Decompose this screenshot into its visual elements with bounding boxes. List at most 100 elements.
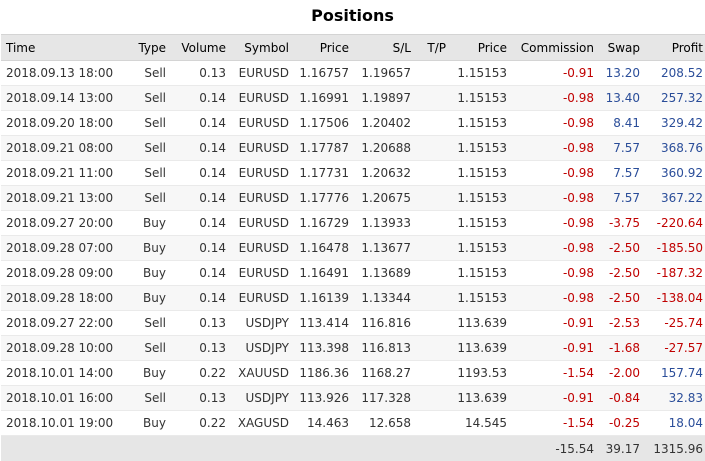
cell-profit: 329.42: [640, 111, 705, 136]
column-header-profit[interactable]: Profit: [640, 35, 705, 61]
cell-stop-loss: 1.20632: [349, 161, 411, 186]
column-header-stop-loss[interactable]: S/L: [349, 35, 411, 61]
cell-type: Sell: [126, 111, 166, 136]
cell-current-price: 1.15153: [446, 136, 507, 161]
total-profit: 1315.96: [640, 436, 705, 461]
column-header-time[interactable]: Time: [1, 35, 126, 61]
cell-take-profit: [411, 111, 446, 136]
column-header-symbol[interactable]: Symbol: [226, 35, 289, 61]
cell-profit: -220.64: [640, 211, 705, 236]
cell-time: 2018.09.20 18:00: [1, 111, 126, 136]
table-row[interactable]: 2018.09.28 07:00Buy0.14EURUSD1.164781.13…: [1, 236, 705, 261]
cell-volume: 0.14: [166, 236, 226, 261]
table-row[interactable]: 2018.09.14 13:00Sell0.14EURUSD1.169911.1…: [1, 86, 705, 111]
cell-current-price: 1.15153: [446, 161, 507, 186]
cell-profit: 208.52: [640, 61, 705, 86]
cell-current-price: 113.639: [446, 336, 507, 361]
cell-stop-loss: 12.658: [349, 411, 411, 436]
table-row[interactable]: 2018.09.28 09:00Buy0.14EURUSD1.164911.13…: [1, 261, 705, 286]
cell-profit: -185.50: [640, 236, 705, 261]
cell-symbol: EURUSD: [226, 86, 289, 111]
column-header-volume[interactable]: Volume: [166, 35, 226, 61]
totals-spacer: [1, 436, 126, 461]
cell-stop-loss: 1.13677: [349, 236, 411, 261]
cell-symbol: EURUSD: [226, 186, 289, 211]
cell-time: 2018.09.28 10:00: [1, 336, 126, 361]
column-header-open-price[interactable]: Price: [289, 35, 349, 61]
table-row[interactable]: 2018.09.28 18:00Buy0.14EURUSD1.161391.13…: [1, 286, 705, 311]
cell-open-price: 14.463: [289, 411, 349, 436]
cell-take-profit: [411, 61, 446, 86]
cell-stop-loss: 1.19657: [349, 61, 411, 86]
cell-type: Buy: [126, 236, 166, 261]
cell-time: 2018.09.28 07:00: [1, 236, 126, 261]
table-row[interactable]: 2018.10.01 16:00Sell0.13USDJPY113.926117…: [1, 386, 705, 411]
cell-stop-loss: 1.13689: [349, 261, 411, 286]
cell-commission: -0.91: [507, 336, 594, 361]
cell-type: Sell: [126, 61, 166, 86]
cell-type: Buy: [126, 411, 166, 436]
cell-commission: -0.98: [507, 211, 594, 236]
cell-current-price: 1.15153: [446, 211, 507, 236]
table-row[interactable]: 2018.09.21 13:00Sell0.14EURUSD1.177761.2…: [1, 186, 705, 211]
total-commission: -15.54: [507, 436, 594, 461]
cell-type: Sell: [126, 336, 166, 361]
cell-swap: -2.50: [594, 286, 640, 311]
table-row[interactable]: 2018.09.13 18:00Sell0.13EURUSD1.167571.1…: [1, 61, 705, 86]
cell-time: 2018.09.14 13:00: [1, 86, 126, 111]
table-row[interactable]: 2018.09.20 18:00Sell0.14EURUSD1.175061.2…: [1, 111, 705, 136]
cell-symbol: USDJPY: [226, 311, 289, 336]
table-row[interactable]: 2018.10.01 19:00Buy0.22XAGUSD14.46312.65…: [1, 411, 705, 436]
cell-swap: 7.57: [594, 161, 640, 186]
cell-commission: -0.91: [507, 311, 594, 336]
column-header-commission[interactable]: Commission: [507, 35, 594, 61]
column-header-take-profit[interactable]: T/P: [411, 35, 446, 61]
table-row[interactable]: 2018.09.21 08:00Sell0.14EURUSD1.177871.2…: [1, 136, 705, 161]
cell-stop-loss: 116.813: [349, 336, 411, 361]
cell-volume: 0.13: [166, 386, 226, 411]
cell-symbol: EURUSD: [226, 136, 289, 161]
column-header-swap[interactable]: Swap: [594, 35, 640, 61]
cell-type: Buy: [126, 261, 166, 286]
cell-commission: -0.98: [507, 186, 594, 211]
cell-current-price: 1.15153: [446, 236, 507, 261]
cell-take-profit: [411, 361, 446, 386]
cell-open-price: 1.17787: [289, 136, 349, 161]
table-row[interactable]: 2018.09.28 10:00Sell0.13USDJPY113.398116…: [1, 336, 705, 361]
cell-take-profit: [411, 236, 446, 261]
cell-take-profit: [411, 186, 446, 211]
totals-spacer: [349, 436, 411, 461]
column-header-type[interactable]: Type: [126, 35, 166, 61]
cell-volume: 0.14: [166, 86, 226, 111]
totals-spacer: [411, 436, 446, 461]
totals-spacer: [226, 436, 289, 461]
cell-take-profit: [411, 386, 446, 411]
cell-take-profit: [411, 286, 446, 311]
page-title: Positions: [0, 0, 705, 34]
cell-current-price: 1.15153: [446, 286, 507, 311]
cell-profit: 360.92: [640, 161, 705, 186]
cell-swap: -1.68: [594, 336, 640, 361]
cell-commission: -0.98: [507, 161, 594, 186]
cell-volume: 0.13: [166, 311, 226, 336]
cell-commission: -0.98: [507, 286, 594, 311]
cell-commission: -0.91: [507, 386, 594, 411]
cell-open-price: 1.16478: [289, 236, 349, 261]
cell-time: 2018.09.21 13:00: [1, 186, 126, 211]
cell-take-profit: [411, 211, 446, 236]
table-row[interactable]: 2018.10.01 14:00Buy0.22XAUUSD1186.361168…: [1, 361, 705, 386]
cell-type: Buy: [126, 286, 166, 311]
cell-commission: -0.98: [507, 86, 594, 111]
cell-volume: 0.13: [166, 336, 226, 361]
table-row[interactable]: 2018.09.21 11:00Sell0.14EURUSD1.177311.2…: [1, 161, 705, 186]
cell-swap: -2.50: [594, 261, 640, 286]
table-row[interactable]: 2018.09.27 22:00Sell0.13USDJPY113.414116…: [1, 311, 705, 336]
cell-volume: 0.14: [166, 211, 226, 236]
column-header-current-price[interactable]: Price: [446, 35, 507, 61]
cell-open-price: 1.16491: [289, 261, 349, 286]
table-row[interactable]: 2018.09.27 20:00Buy0.14EURUSD1.167291.13…: [1, 211, 705, 236]
cell-current-price: 1.15153: [446, 86, 507, 111]
cell-symbol: USDJPY: [226, 386, 289, 411]
cell-open-price: 113.398: [289, 336, 349, 361]
cell-stop-loss: 116.816: [349, 311, 411, 336]
